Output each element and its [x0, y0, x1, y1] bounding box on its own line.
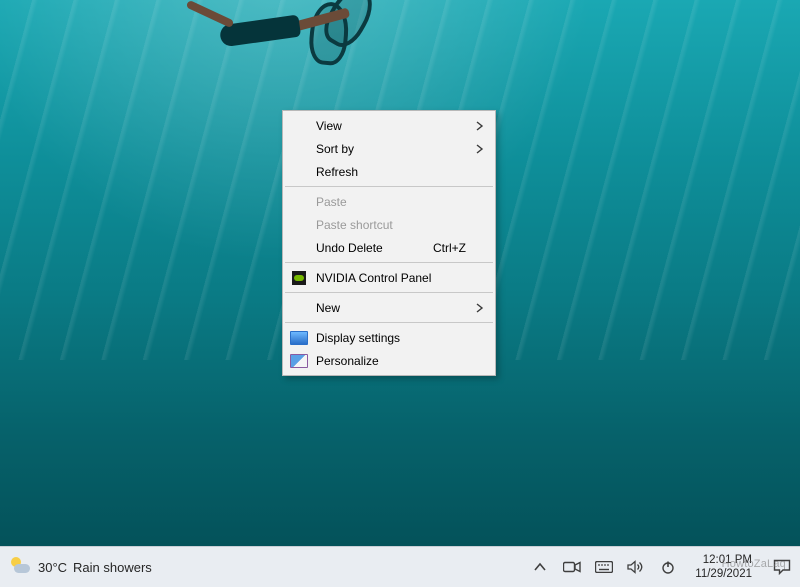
menu-label: View: [316, 119, 466, 133]
menu-separator: [285, 262, 493, 263]
menu-label: Undo Delete: [316, 241, 433, 255]
menu-label: New: [316, 301, 466, 315]
menu-separator: [285, 322, 493, 323]
desktop-context-menu: View Sort by Refresh Paste Paste shortcu…: [282, 110, 496, 376]
clock-time: 12:01 PM: [695, 553, 752, 567]
weather-temp: 30°C: [38, 560, 67, 575]
nvidia-icon: [290, 271, 308, 285]
menu-shortcut: Ctrl+Z: [433, 241, 466, 255]
touch-keyboard-icon[interactable]: [595, 547, 613, 587]
taskbar-clock[interactable]: 12:01 PM 11/29/2021: [691, 553, 756, 581]
taskbar: 30°C Rain showers 12:01 PM 11/29/2021: [0, 546, 800, 587]
desktop[interactable]: View Sort by Refresh Paste Paste shortcu…: [0, 0, 800, 546]
menu-item-refresh[interactable]: Refresh: [284, 160, 494, 183]
power-icon[interactable]: [659, 547, 677, 587]
weather-icon: [10, 556, 32, 578]
chevron-right-icon: [476, 144, 484, 154]
menu-separator: [285, 186, 493, 187]
meet-now-icon[interactable]: [563, 547, 581, 587]
menu-item-paste: Paste: [284, 190, 494, 213]
display-settings-icon: [290, 331, 308, 345]
personalize-icon: [290, 354, 308, 368]
menu-item-personalize[interactable]: Personalize: [284, 349, 494, 372]
menu-label: Sort by: [316, 142, 466, 156]
menu-label: Display settings: [316, 331, 466, 345]
menu-item-paste-shortcut: Paste shortcut: [284, 213, 494, 236]
menu-label: Personalize: [316, 354, 466, 368]
system-tray: 12:01 PM 11/29/2021: [531, 547, 800, 587]
volume-icon[interactable]: [627, 547, 645, 587]
wallpaper-swimmer: [180, 0, 380, 80]
menu-label: NVIDIA Control Panel: [316, 271, 466, 285]
chevron-right-icon: [476, 303, 484, 313]
tray-overflow-chevron-icon[interactable]: [531, 547, 549, 587]
menu-separator: [285, 292, 493, 293]
action-center-icon[interactable]: [772, 547, 792, 587]
clock-date: 11/29/2021: [695, 567, 752, 581]
menu-label: Refresh: [316, 165, 466, 179]
menu-label: Paste: [316, 195, 466, 209]
menu-item-new[interactable]: New: [284, 296, 494, 319]
menu-item-nvidia-control-panel[interactable]: NVIDIA Control Panel: [284, 266, 494, 289]
weather-desc: Rain showers: [73, 560, 152, 575]
menu-label: Paste shortcut: [316, 218, 466, 232]
menu-item-display-settings[interactable]: Display settings: [284, 326, 494, 349]
menu-item-sort-by[interactable]: Sort by: [284, 137, 494, 160]
menu-item-undo-delete[interactable]: Undo Delete Ctrl+Z: [284, 236, 494, 259]
menu-item-view[interactable]: View: [284, 114, 494, 137]
chevron-right-icon: [476, 121, 484, 131]
taskbar-weather[interactable]: 30°C Rain showers: [0, 556, 152, 578]
